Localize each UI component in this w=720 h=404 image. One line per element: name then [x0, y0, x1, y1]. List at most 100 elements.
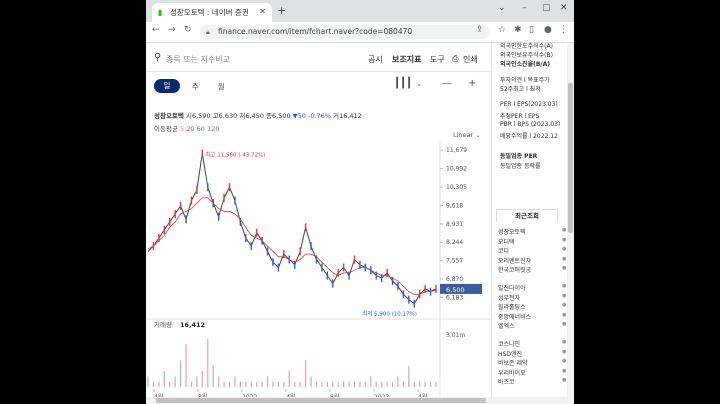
period-weekly-button[interactable]: 주 [192, 81, 199, 92]
chart-type-icon[interactable]: ┃┃┃ [394, 78, 412, 89]
volume-bar [261, 381, 263, 387]
recent-item[interactable]: 오디텍 [498, 237, 515, 246]
search-icon[interactable]: ⚲ [154, 52, 161, 63]
recent-item-dot-icon: ● [562, 283, 567, 289]
recent-item[interactable]: 성우전자 [498, 293, 520, 302]
volume-bar [343, 381, 345, 387]
maximize-icon[interactable]: ▢ [542, 3, 551, 13]
more-menu-icon[interactable]: ⋮ [559, 25, 568, 35]
page-content: ⚲ 종목 또는 지수비교 공시 보조지표 도구 ⎙ 인쇄 일 주 월 ┃┃┃ ⌄… [146, 43, 574, 404]
recent-item-dot-icon: ● [562, 227, 567, 233]
y-tick-label: 7,557 [446, 258, 463, 265]
ohlc-info: 성창오토텍 시6,590 고6,630 저6,450 종6,500 ▼50 -0… [154, 112, 362, 120]
compare-search-input[interactable]: 종목 또는 지수비교 [166, 54, 230, 65]
volume-bar [402, 381, 404, 387]
volume-axis-label: 3.01m [446, 332, 465, 339]
recent-item[interactable]: 엘엑스 [498, 321, 515, 330]
sector-change: 동일업종 등락률 [500, 163, 541, 170]
menu-tools[interactable]: 도구 [430, 54, 445, 65]
recent-item-dot-icon: ● [562, 246, 567, 253]
recent-item[interactable]: 한국코퍼릿공 [498, 265, 531, 274]
recent-item[interactable]: 코디 [498, 246, 509, 255]
volume-bar [266, 376, 269, 387]
chart-type-dropdown-icon[interactable]: ⌄ [416, 80, 422, 88]
reload-icon[interactable]: ↻ [184, 25, 192, 35]
chart-area: ⚲ 종목 또는 지수비교 공시 보조지표 도구 ⎙ 인쇄 일 주 월 ┃┃┃ ⌄… [146, 43, 491, 404]
period-monthly-button[interactable]: 월 [218, 81, 225, 92]
volume-bar [370, 376, 372, 387]
volume-bar [348, 381, 350, 387]
volume-bar [174, 376, 176, 387]
recent-item-dot-icon: ● [562, 339, 567, 345]
recent-item[interactable]: 오리엔트전자 [498, 256, 531, 265]
vertical-scrollbar[interactable] [567, 43, 574, 397]
volume-bar [250, 381, 252, 387]
recent-item[interactable]: 일진다이아 [498, 283, 526, 292]
est-per-eps: 추정PER l EPS [500, 113, 540, 120]
sidebar-icon[interactable]: ▯ [529, 25, 534, 35]
volume-bar [310, 376, 312, 387]
volume-bar [277, 381, 280, 387]
recent-item[interactable]: 우리바이오 [498, 368, 526, 377]
zoom-out-icon[interactable]: — [442, 78, 452, 89]
zoom-in-icon[interactable]: + [468, 78, 476, 89]
period-daily-button[interactable]: 일 [154, 79, 180, 93]
price-change: ▼50 -0.76% [292, 112, 332, 120]
volume-bar [185, 344, 187, 387]
recent-item[interactable]: HSD엔진 [498, 349, 522, 358]
recent-views-title[interactable]: 최근조회 [496, 209, 558, 222]
browser-tab[interactable]: ▮ 성창오토텍 : 네이버 증권 ✕ [152, 3, 272, 22]
volume-bar [413, 381, 415, 387]
y-tick-label: 10,305 [446, 184, 467, 191]
recent-item[interactable]: 코스나인 [498, 339, 520, 348]
stock-name: 성창오토텍 [154, 112, 184, 120]
recent-item-dot-icon: ● [562, 265, 567, 272]
extensions-icon[interactable]: ✱ [514, 25, 522, 35]
min-price-label: 최저 5,900 (10.17%) [362, 310, 417, 318]
tab-strip: ▮ 성창오토텍 : 네이버 증권 ✕ + ⌄ – ▢ ✕ [146, 0, 574, 22]
recent-item-dot-icon: ● [562, 236, 567, 243]
recent-views: 최근조회 성창오토텍 ● 오디텍 ● 코디 ● 오리엔트전자 ● 한국코퍼릿공 ● 일진다이아 ● 성우… [496, 209, 568, 404]
new-tab-button[interactable]: + [277, 4, 286, 17]
volume-bar [419, 381, 421, 387]
address-bar[interactable]: 🔒︎ finance.naver.com/item/fchart.naver?c… [200, 25, 490, 39]
horizontal-scrollbar[interactable] [146, 397, 574, 404]
recent-item[interactable]: 바즈코 [498, 377, 515, 386]
print-icon[interactable]: ⎙ [452, 54, 458, 64]
menu-print[interactable]: 인쇄 [463, 54, 478, 65]
volume-bar [315, 381, 318, 387]
close-tab-icon[interactable]: ✕ [259, 7, 266, 16]
volume-bar [321, 381, 323, 387]
horizontal-scroll-thumb[interactable] [156, 398, 486, 403]
price-chart[interactable]: 11,679 10,992 10,305 9,618 8,931 8,244 7,557 6,… [146, 139, 491, 404]
vertical-scroll-thumb[interactable] [568, 83, 573, 233]
minimize-icon[interactable]: – [522, 3, 527, 13]
foreign-holding: 외국인보유주식수(B) [500, 52, 553, 59]
dividend-yield: 배당수익률 l 2022.12 [500, 133, 558, 140]
volume-bar [234, 376, 236, 387]
volume-bar [169, 381, 171, 387]
profile-icon[interactable]: ● [544, 25, 552, 35]
volume-bar [283, 381, 285, 387]
tab-search-icon[interactable]: ⌄ [498, 3, 506, 13]
menu-indicators[interactable]: 보조지표 [392, 54, 421, 65]
y-tick-label: 8,244 [446, 239, 463, 246]
foreign-limit: 외국인한도주식수(A) [500, 43, 553, 50]
recent-item[interactable]: 중앙에너비스 [498, 312, 531, 321]
recent-item[interactable]: 힐라홀딩스 [498, 302, 526, 311]
share-icon[interactable]: ⇪ [476, 25, 484, 35]
moving-average-legend: 이동평균 5 20 60 120 [154, 125, 220, 133]
forward-icon[interactable]: → [168, 25, 176, 35]
bookmark-star-icon[interactable]: ☆ [498, 25, 506, 35]
volume-title: 거래량 [154, 320, 172, 329]
close-window-icon[interactable]: ✕ [560, 3, 568, 13]
back-icon[interactable]: ← [152, 25, 160, 35]
naver-favicon-icon: ▮ [158, 7, 163, 17]
volume-bar [256, 381, 258, 387]
max-price-label: 최고 11,560 (-43.72%) [205, 150, 265, 158]
volume-bar [332, 381, 334, 387]
recent-item[interactable]: 비보존 제약 [498, 358, 528, 367]
scale-dropdown[interactable]: Linear ⌄ [453, 131, 481, 139]
menu-disclosure[interactable]: 공시 [368, 54, 383, 65]
recent-item[interactable]: 성창오토텍 [498, 227, 526, 236]
